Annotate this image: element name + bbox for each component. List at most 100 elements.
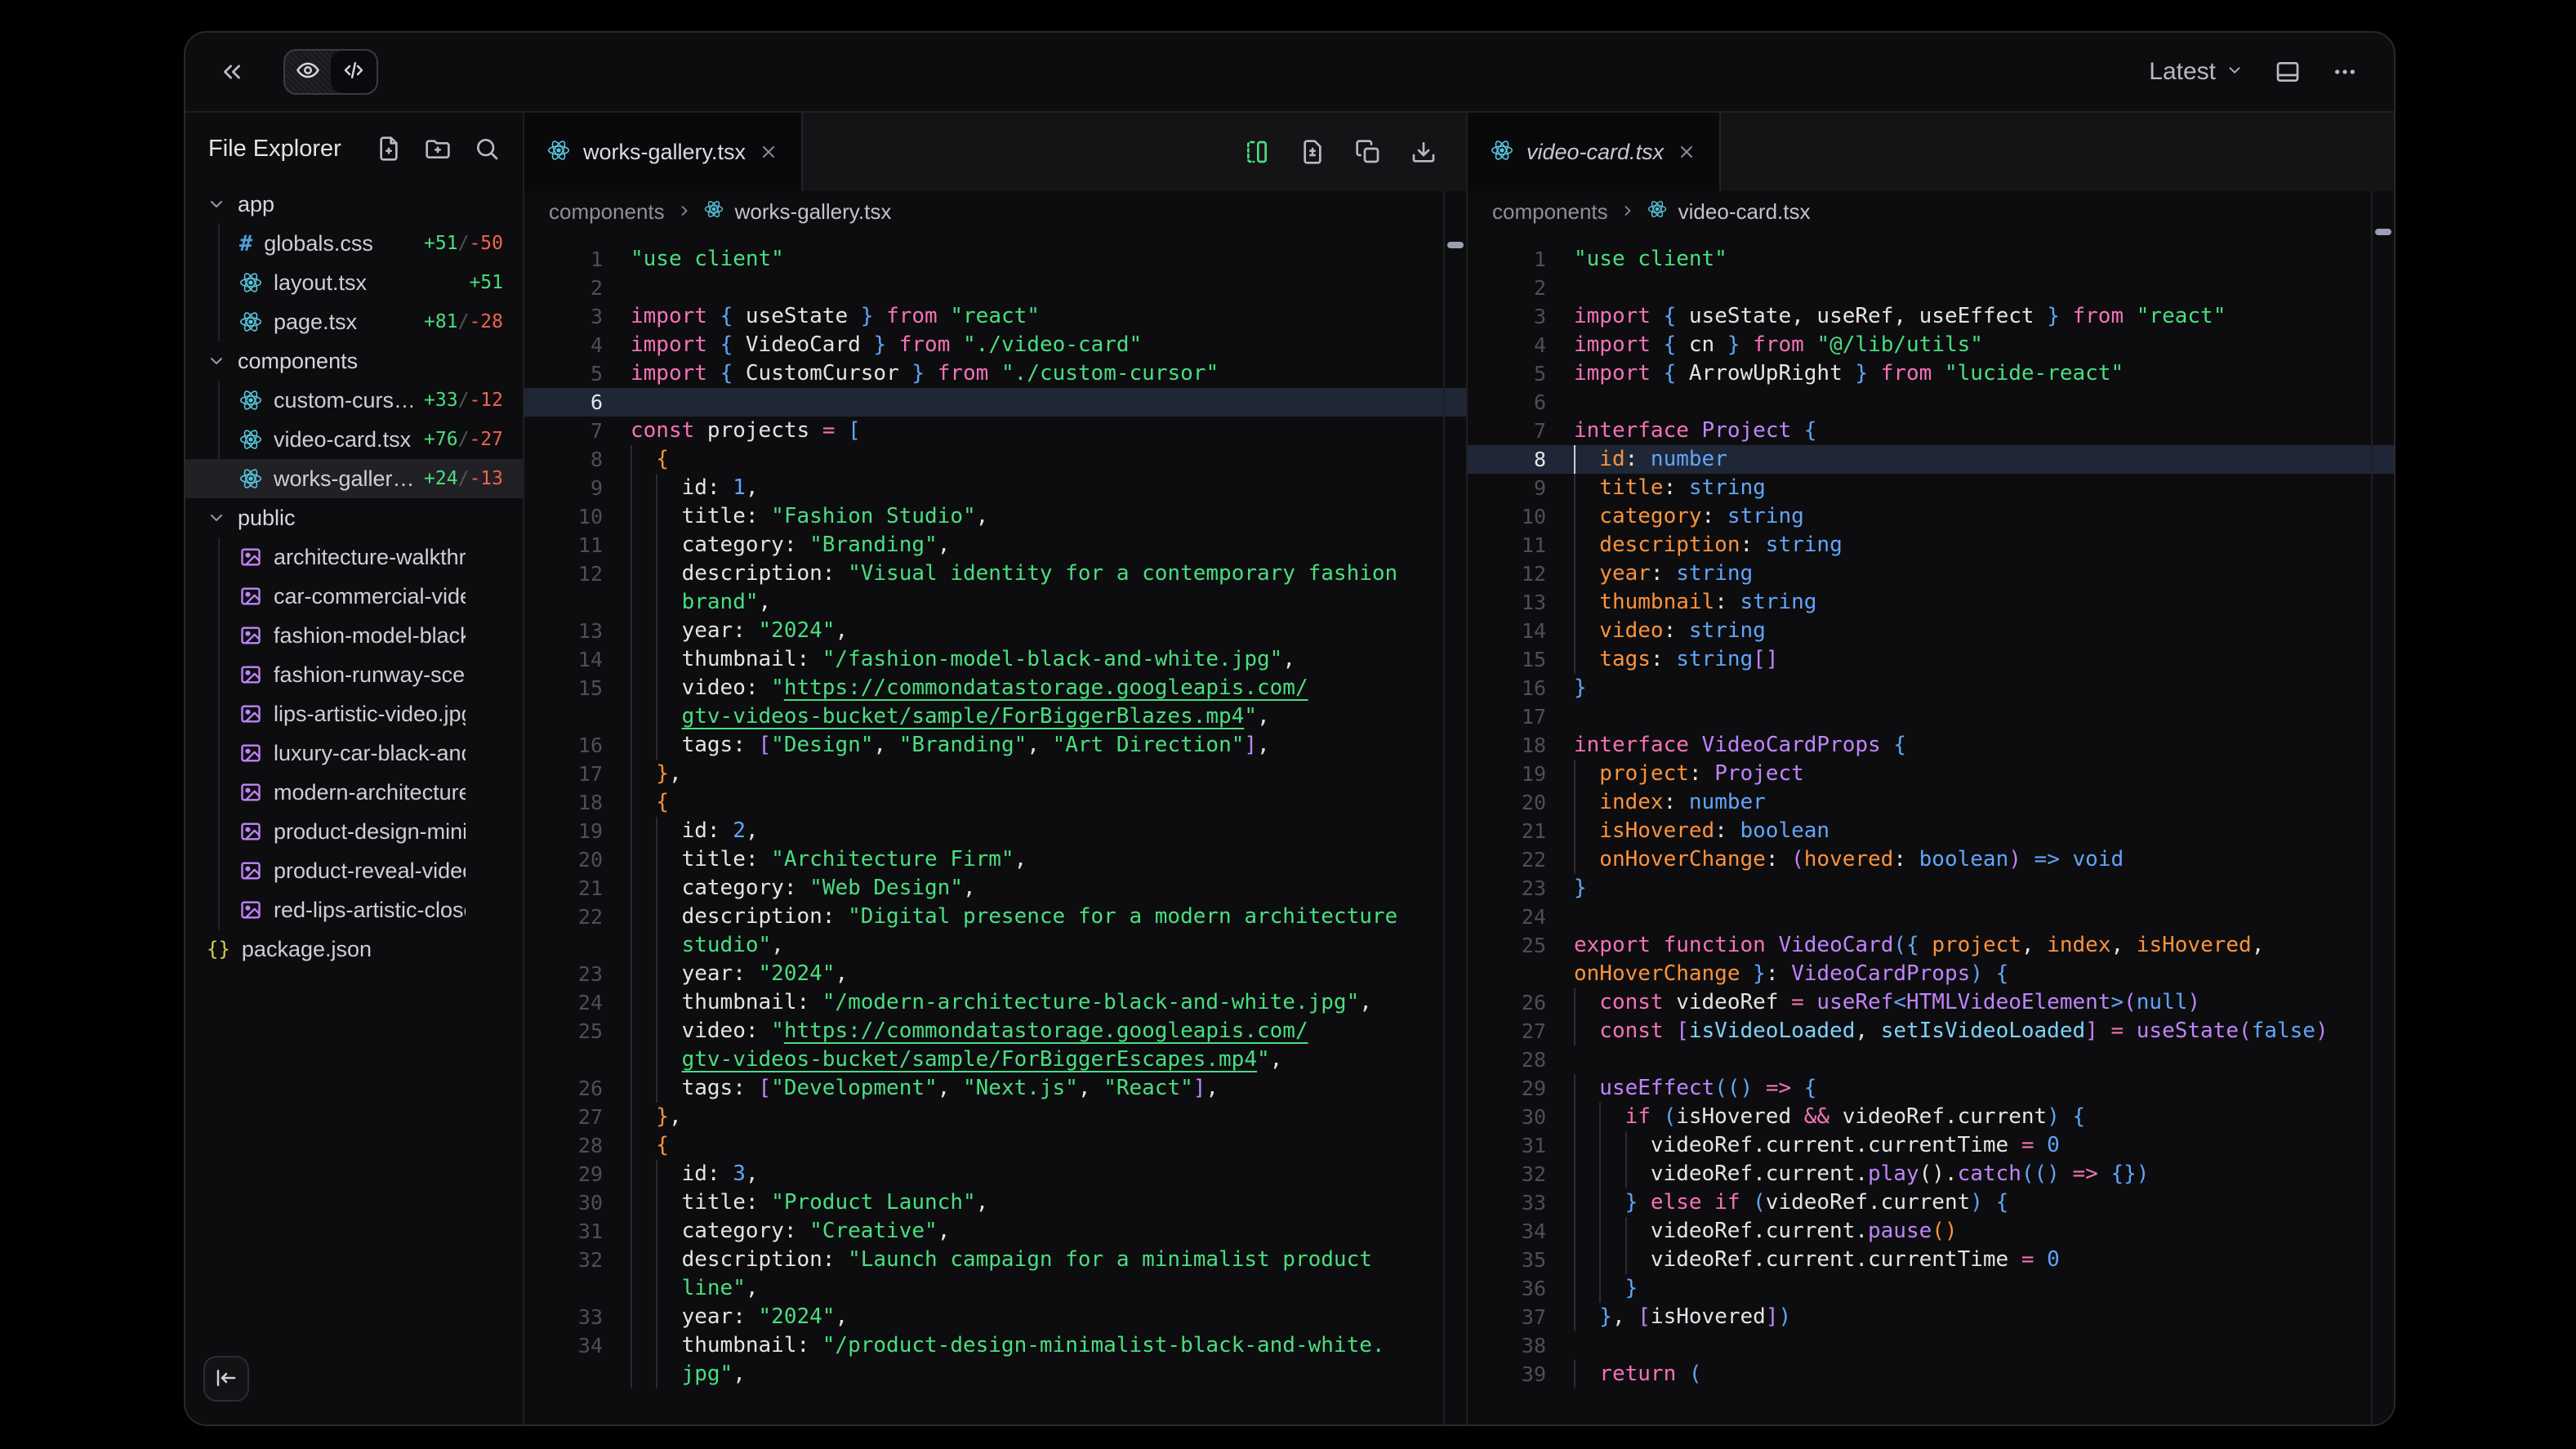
sidebar-file-red-lips-artistic-close-[interactable]: red-lips-artistic-close… [185, 890, 523, 930]
code-line[interactable]: 6 [1468, 388, 2394, 417]
sidebar-file-product-design-minim-[interactable]: product-design-minim… [185, 812, 523, 851]
code-line[interactable]: 2 [524, 274, 1466, 302]
code-line[interactable]: 33year: "2024", [524, 1303, 1466, 1331]
panel-layout-button[interactable] [2275, 59, 2301, 85]
code-line[interactable]: 13thumbnail: string [1468, 588, 2394, 617]
code-line[interactable]: 32videoRef.current.play().catch(() => {}… [1468, 1160, 2394, 1188]
code-line[interactable]: 31videoRef.current.currentTime = 0 [1468, 1131, 2394, 1160]
code-line[interactable]: 34videoRef.current.pause() [1468, 1217, 2394, 1246]
code-line[interactable]: 33} else if (videoRef.current) { [1468, 1188, 2394, 1217]
code-line[interactable]: 15tags: string[] [1468, 645, 2394, 674]
code-line[interactable]: 11category: "Branding", [524, 531, 1466, 560]
code-line[interactable]: 20index: number [1468, 788, 2394, 817]
code-line[interactable]: 21isHovered: boolean [1468, 817, 2394, 845]
code-line[interactable]: 7interface Project { [1468, 417, 2394, 445]
code-line[interactable]: 35videoRef.current.currentTime = 0 [1468, 1246, 2394, 1274]
code-line[interactable]: 22onHoverChange: (hovered: boolean) => v… [1468, 845, 2394, 874]
sidebar-folder-app[interactable]: app [185, 185, 523, 224]
code-line[interactable]: 20title: "Architecture Firm", [524, 845, 1466, 874]
code-line[interactable]: 16tags: ["Design", "Branding", "Art Dire… [524, 731, 1466, 760]
code-line[interactable]: 36} [1468, 1274, 2394, 1303]
code-line[interactable]: 17}, [524, 760, 1466, 788]
code-line[interactable]: 5import { ArrowUpRight } from "lucide-re… [1468, 359, 2394, 388]
sidebar-file-fashion-model-black-[interactable]: fashion-model-black-… [185, 616, 523, 655]
close-tab-icon[interactable] [759, 142, 778, 162]
code-line[interactable]: 34thumbnail: "/product-design-minimalist… [524, 1331, 1466, 1360]
search-button[interactable] [474, 136, 500, 162]
code-line[interactable]: 16} [1468, 674, 2394, 702]
code-line[interactable]: 25export function VideoCard({ project, i… [1468, 931, 2394, 960]
code-line[interactable]: 5import { CustomCursor } from "./custom-… [524, 359, 1466, 388]
code-line[interactable]: 29useEffect(() => { [1468, 1074, 2394, 1103]
code-line[interactable]: 38 [1468, 1331, 2394, 1360]
code-line[interactable]: 37}, [isHovered]) [1468, 1303, 2394, 1331]
code-line[interactable]: 9id: 1, [524, 474, 1466, 502]
scrollbar-thumb[interactable] [2375, 229, 2391, 235]
code-line[interactable]: brand", [524, 588, 1466, 617]
new-file-button[interactable] [376, 136, 402, 162]
new-folder-button[interactable] [425, 136, 451, 162]
split-diff-button[interactable] [1244, 139, 1270, 165]
preview-toggle-button[interactable] [285, 51, 331, 93]
tab-works-gallery[interactable]: works-gallery.tsx [524, 113, 803, 191]
code-line[interactable]: 15video: "https://commondatastorage.goog… [524, 674, 1466, 702]
code-line[interactable]: 1"use client" [524, 245, 1466, 274]
sidebar-file-modern-architecture-[interactable]: modern-architecture-… [185, 773, 523, 812]
download-button[interactable] [1411, 139, 1437, 165]
sidebar-file-layout.tsx[interactable]: layout.tsx+51 [185, 263, 523, 302]
scrollbar-thumb[interactable] [1447, 242, 1464, 248]
code-line[interactable]: 24 [1468, 903, 2394, 931]
code-line[interactable]: 12description: "Visual identity for a co… [524, 560, 1466, 588]
code-line[interactable]: 13year: "2024", [524, 617, 1466, 645]
code-line[interactable]: 8{ [524, 445, 1466, 474]
collapse-sidebar-button[interactable] [203, 1356, 249, 1402]
code-line[interactable]: gtv-videos-bucket/sample/ForBiggerBlazes… [524, 702, 1466, 731]
collapse-panel-button[interactable] [218, 58, 246, 86]
sidebar-folder-components[interactable]: components [185, 341, 523, 381]
code-line[interactable]: 3import { useState, useRef, useEffect } … [1468, 302, 2394, 331]
code-line[interactable]: 2 [1468, 274, 2394, 302]
code-line[interactable]: 10title: "Fashion Studio", [524, 502, 1466, 531]
sidebar-file-globals.css[interactable]: #globals.css+51/-50 [185, 224, 523, 263]
tab-video-card[interactable]: video-card.tsx [1468, 113, 1721, 191]
code-line[interactable]: 31category: "Creative", [524, 1217, 1466, 1246]
new-file-button[interactable] [1299, 139, 1326, 165]
code-line[interactable]: 28{ [524, 1131, 1466, 1160]
code-line[interactable]: 30if (isHovered && videoRef.current) { [1468, 1103, 2394, 1131]
code-line[interactable]: 29id: 3, [524, 1160, 1466, 1188]
code-line[interactable]: 4import { VideoCard } from "./video-card… [524, 331, 1466, 359]
sidebar-file-custom-curs-[interactable]: custom-curs…+33/-12 [185, 381, 523, 420]
copy-button[interactable] [1355, 139, 1381, 165]
code-line[interactable]: 24thumbnail: "/modern-architecture-black… [524, 988, 1466, 1017]
code-line[interactable]: 21category: "Web Design", [524, 874, 1466, 903]
code-line[interactable]: 28 [1468, 1046, 2394, 1074]
code-line[interactable]: 9title: string [1468, 474, 2394, 502]
code-line[interactable]: 30title: "Product Launch", [524, 1188, 1466, 1217]
code-line[interactable]: 27}, [524, 1103, 1466, 1131]
more-options-button[interactable] [2332, 59, 2358, 85]
code-line[interactable]: 1"use client" [1468, 245, 2394, 274]
code-line[interactable]: 27const [isVideoLoaded, setIsVideoLoaded… [1468, 1017, 2394, 1046]
code-line[interactable]: 23} [1468, 874, 2394, 903]
code-line[interactable]: onHoverChange }: VideoCardProps) { [1468, 960, 2394, 988]
code-line[interactable]: 23year: "2024", [524, 960, 1466, 988]
sidebar-file-architecture-walkthro-[interactable]: architecture-walkthro… [185, 537, 523, 577]
code-line[interactable]: 4import { cn } from "@/lib/utils" [1468, 331, 2394, 359]
code-line[interactable]: 39return ( [1468, 1360, 2394, 1389]
sidebar-file-works-galler-[interactable]: works-galler…+24/-13 [185, 459, 523, 498]
code-line[interactable]: line", [524, 1274, 1466, 1303]
code-line[interactable]: 18{ [524, 788, 1466, 817]
sidebar-file-lips-artistic-video.jpg[interactable]: lips-artistic-video.jpg [185, 694, 523, 733]
code-line[interactable]: 6 [524, 388, 1466, 417]
code-line[interactable]: 8id: number [1468, 445, 2394, 474]
sidebar-folder-public[interactable]: public [185, 498, 523, 537]
sidebar-file-package.json[interactable]: {}package.json [185, 930, 523, 969]
code-line[interactable]: 19project: Project [1468, 760, 2394, 788]
code-line[interactable]: 32description: "Launch campaign for a mi… [524, 1246, 1466, 1274]
code-line[interactable]: 7const projects = [ [524, 417, 1466, 445]
sidebar-file-product-reveal-video.j-[interactable]: product-reveal-video.j… [185, 851, 523, 890]
sidebar-file-fashion-runway-scen-[interactable]: fashion-runway-scen… [185, 655, 523, 694]
code-line[interactable]: 3import { useState } from "react" [524, 302, 1466, 331]
code-line[interactable]: 12year: string [1468, 560, 2394, 588]
sidebar-file-car-commercial-video-[interactable]: car-commercial-video… [185, 577, 523, 616]
